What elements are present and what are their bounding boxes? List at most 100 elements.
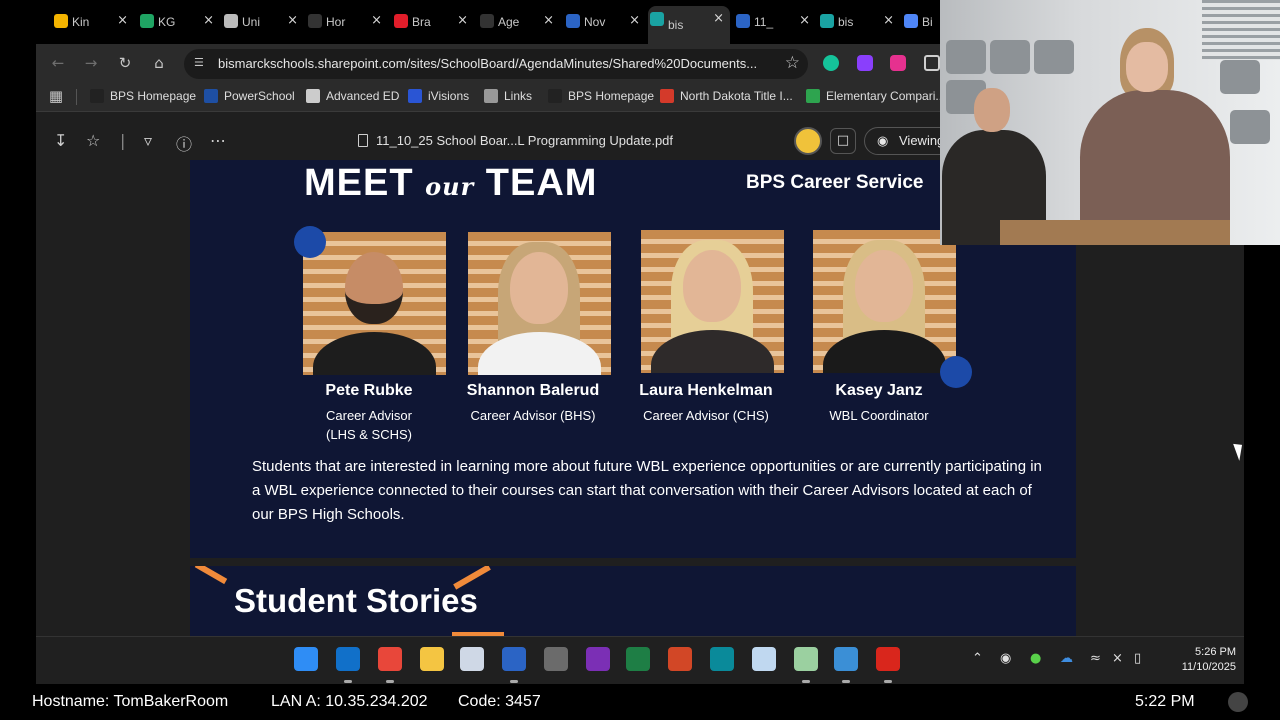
- apps-grid-icon[interactable]: ▦: [46, 86, 66, 106]
- onedrive-icon[interactable]: ☁: [1060, 651, 1073, 666]
- filter-icon[interactable]: ▿: [144, 131, 152, 150]
- browser-tab[interactable]: Bra ×: [392, 8, 474, 36]
- back-button[interactable]: ←: [48, 53, 68, 73]
- team-member-name: Kasey Janz: [835, 382, 923, 399]
- team-member-photo: [641, 230, 784, 373]
- bookmark-item[interactable]: Elementary Compari...: [806, 89, 945, 103]
- decor-dot: [940, 356, 972, 388]
- bookmark-label: BPS Homepage: [568, 89, 655, 103]
- bookmark-item[interactable]: BPS Homepage: [90, 89, 196, 103]
- drive-icon: [140, 14, 154, 28]
- browser-tab[interactable]: Hor ×: [306, 8, 388, 36]
- bookmark-label: iVisions: [428, 89, 470, 103]
- extension-icon[interactable]: [890, 55, 906, 71]
- tab-close-icon[interactable]: ×: [457, 13, 468, 28]
- tab-close-icon[interactable]: ×: [371, 13, 382, 28]
- running-indicator: [344, 680, 352, 683]
- pdf-file-name: 11_10_25 School Boar...L Programming Upd…: [376, 133, 674, 148]
- sharepoint-icon: [650, 12, 664, 26]
- acrobat-icon[interactable]: [876, 647, 900, 671]
- bookmark-item[interactable]: Advanced ED: [306, 89, 399, 103]
- browser-tab[interactable]: bis ×: [818, 8, 900, 36]
- info-icon[interactable]: ⓘ: [176, 131, 192, 155]
- excel-icon[interactable]: [626, 647, 650, 671]
- user-count-icon[interactable]: [1228, 692, 1248, 712]
- volume-muted-icon[interactable]: ×: [1112, 651, 1123, 666]
- slide-student-stories: Student Stories: [190, 566, 1076, 636]
- outlook-icon[interactable]: [336, 647, 360, 671]
- calculator-icon[interactable]: [544, 647, 568, 671]
- photos-icon[interactable]: [834, 647, 858, 671]
- battery-icon[interactable]: ▯: [1134, 651, 1141, 666]
- bookmark-item[interactable]: Links: [484, 89, 532, 103]
- bookmark-item[interactable]: PowerSchool: [204, 89, 295, 103]
- tab-label: Uni: [242, 15, 261, 29]
- forward-button[interactable]: →: [81, 53, 101, 73]
- tab-close-icon[interactable]: ×: [629, 13, 640, 28]
- site-info-icon[interactable]: ☰: [194, 56, 208, 70]
- browser-tab[interactable]: Bi: [902, 8, 942, 36]
- tab-close-icon[interactable]: ×: [117, 13, 128, 28]
- tab-close-icon[interactable]: ×: [799, 13, 810, 28]
- start-icon[interactable]: [294, 647, 318, 671]
- slides-icon: [54, 14, 68, 28]
- onenote-icon[interactable]: [586, 647, 610, 671]
- presenter: [1060, 28, 1240, 245]
- browser-tab[interactable]: bis ×: [648, 6, 730, 44]
- snipping-tool-icon[interactable]: [460, 647, 484, 671]
- reload-button[interactable]: ↻: [115, 53, 135, 73]
- tab-close-icon[interactable]: ×: [543, 13, 554, 28]
- tab-close-icon[interactable]: ×: [713, 11, 724, 26]
- tab-label: 11_: [754, 15, 774, 29]
- tab-label: Nov: [584, 15, 606, 29]
- browser-tab[interactable]: 11_ ×: [734, 8, 816, 36]
- notepad-icon[interactable]: [794, 647, 818, 671]
- tab-close-icon[interactable]: ×: [883, 13, 894, 28]
- extensions-puzzle-icon[interactable]: [924, 55, 940, 71]
- bookmark-star-icon[interactable]: ☆: [785, 53, 800, 73]
- comment-button[interactable]: □: [830, 128, 856, 154]
- browser-tab[interactable]: Nov ×: [564, 8, 646, 36]
- tab-close-icon[interactable]: ×: [287, 13, 298, 28]
- browser-tab[interactable]: Uni ×: [222, 8, 304, 36]
- bookmark-favicon-icon: [408, 89, 422, 103]
- favorite-star-icon[interactable]: ☆: [86, 131, 100, 150]
- tray-app-icon[interactable]: ●: [1030, 651, 1041, 666]
- bookmark-item[interactable]: BPS Homepage: [548, 89, 654, 103]
- role-line: Career Advisor (BHS): [470, 408, 596, 423]
- browser-tab[interactable]: Kin ×: [52, 8, 134, 36]
- word-icon[interactable]: [502, 647, 526, 671]
- bookmarks-divider: [76, 89, 77, 105]
- sensitivity-badge-icon[interactable]: [794, 127, 822, 155]
- system-clock[interactable]: 5:26 PM 11/10/2025: [1146, 645, 1236, 675]
- sway-icon[interactable]: [710, 647, 734, 671]
- more-options-icon[interactable]: ⋯: [210, 131, 226, 150]
- bookmark-item[interactable]: North Dakota Title I...: [660, 89, 793, 103]
- tab-label: Bi: [922, 15, 933, 29]
- address-bar[interactable]: ☰ bismarckschools.sharepoint.com/sites/S…: [184, 49, 808, 79]
- tab-label: bis: [838, 15, 854, 29]
- tab-close-icon[interactable]: ×: [203, 13, 214, 28]
- chrome-icon[interactable]: [378, 647, 402, 671]
- browser-tab[interactable]: KG ×: [138, 8, 220, 36]
- download-icon[interactable]: ↧: [54, 131, 67, 150]
- podium: [1000, 220, 1230, 245]
- browser-tab[interactable]: Age ×: [478, 8, 560, 36]
- team-member-name: Laura Henkelman: [639, 382, 773, 399]
- hostname-text: Hostname: TomBakerRoom: [32, 693, 229, 710]
- grammarly-extension-icon[interactable]: [823, 55, 839, 71]
- bookmark-label: PowerSchool: [224, 89, 295, 103]
- remote-desktop-icon[interactable]: [752, 647, 776, 671]
- home-button[interactable]: ⌂: [149, 53, 169, 73]
- file-explorer-icon[interactable]: [420, 647, 444, 671]
- powerpoint-icon[interactable]: [668, 647, 692, 671]
- document-icon: [358, 134, 368, 147]
- bookmark-item[interactable]: iVisions: [408, 89, 469, 103]
- toolbar-divider: |: [120, 131, 126, 150]
- tray-app-icon[interactable]: ◉: [1000, 651, 1011, 666]
- windows-taskbar: ⌃ ◉ ● ☁ ≈ × ▯ 5:26 PM 11/10/2025: [36, 636, 1244, 684]
- tray-overflow-icon[interactable]: ⌃: [972, 651, 983, 666]
- extension-icon[interactable]: [857, 55, 873, 71]
- bookmark-label: Links: [504, 89, 533, 103]
- wifi-icon[interactable]: ≈: [1090, 651, 1101, 666]
